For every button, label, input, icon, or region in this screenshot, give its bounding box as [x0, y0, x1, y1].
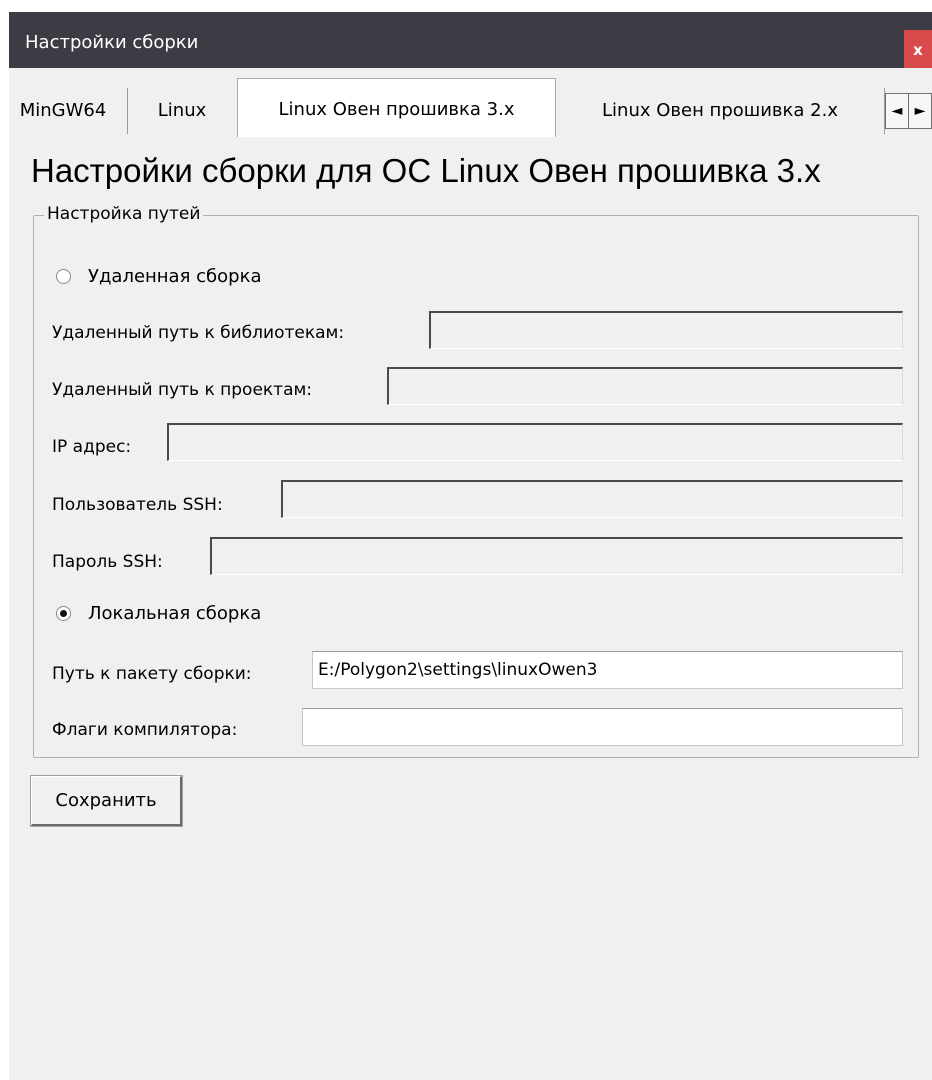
tab-linux-owen-2x[interactable]: Linux Овен прошивка 2.x — [556, 88, 885, 134]
remote-projects-path-label: Удаленный путь к проектам: — [52, 380, 313, 400]
close-button[interactable]: x — [904, 30, 932, 68]
compiler-flags-field[interactable] — [302, 708, 903, 746]
paths-group-legend: Настройка путей — [44, 204, 204, 224]
tab-linux-owen-3x[interactable]: Linux Овен прошивка 3.x — [237, 78, 556, 137]
paths-groupbox: Настройка путей Удаленная сборка Удаленн… — [33, 204, 919, 758]
local-build-radio[interactable] — [56, 605, 71, 621]
ip-address-field[interactable] — [167, 423, 903, 461]
remote-build-label: Удаленная сборка — [88, 265, 262, 287]
local-build-option[interactable]: Локальная сборка — [56, 599, 261, 627]
remote-build-radio[interactable] — [56, 268, 71, 284]
tab-scroll-left-icon[interactable]: ◄ — [885, 93, 909, 129]
local-build-label: Локальная сборка — [88, 602, 262, 624]
package-path-field[interactable]: E:/Polygon2\settings\linuxOwen3 — [312, 651, 903, 689]
package-path-label: Путь к пакету сборки: — [52, 664, 252, 684]
window-title: Настройки сборки — [25, 32, 199, 53]
ssh-user-field[interactable] — [281, 480, 903, 518]
ssh-password-label: Пароль SSH: — [52, 552, 163, 572]
page-title: Настройки сборки для ОС Linux Овен проши… — [31, 152, 821, 189]
remote-lib-path-field[interactable] — [429, 311, 903, 349]
tab-linux[interactable]: Linux — [128, 88, 236, 134]
remote-projects-path-field[interactable] — [387, 367, 903, 405]
remote-build-option[interactable]: Удаленная сборка — [56, 262, 261, 290]
title-bar[interactable]: Настройки сборки x — [9, 12, 932, 68]
compiler-flags-label: Флаги компилятора: — [52, 720, 238, 740]
ssh-password-field[interactable] — [210, 537, 903, 575]
ip-address-label: IP адрес: — [52, 437, 132, 457]
ssh-user-label: Пользователь SSH: — [52, 495, 223, 515]
tab-mingw64[interactable]: MinGW64 — [9, 88, 128, 134]
save-button[interactable]: Сохранить — [31, 776, 182, 826]
tab-scroll-right-icon[interactable]: ► — [908, 93, 932, 129]
tab-scroll-controls: ◄ ► — [885, 93, 932, 129]
settings-window: Настройки сборки x MinGW64 Linux Linux О… — [9, 12, 932, 1080]
tab-bar: MinGW64 Linux Linux Овен прошивка 3.x Li… — [9, 78, 932, 137]
remote-lib-path-label: Удаленный путь к библиотекам: — [52, 323, 345, 343]
